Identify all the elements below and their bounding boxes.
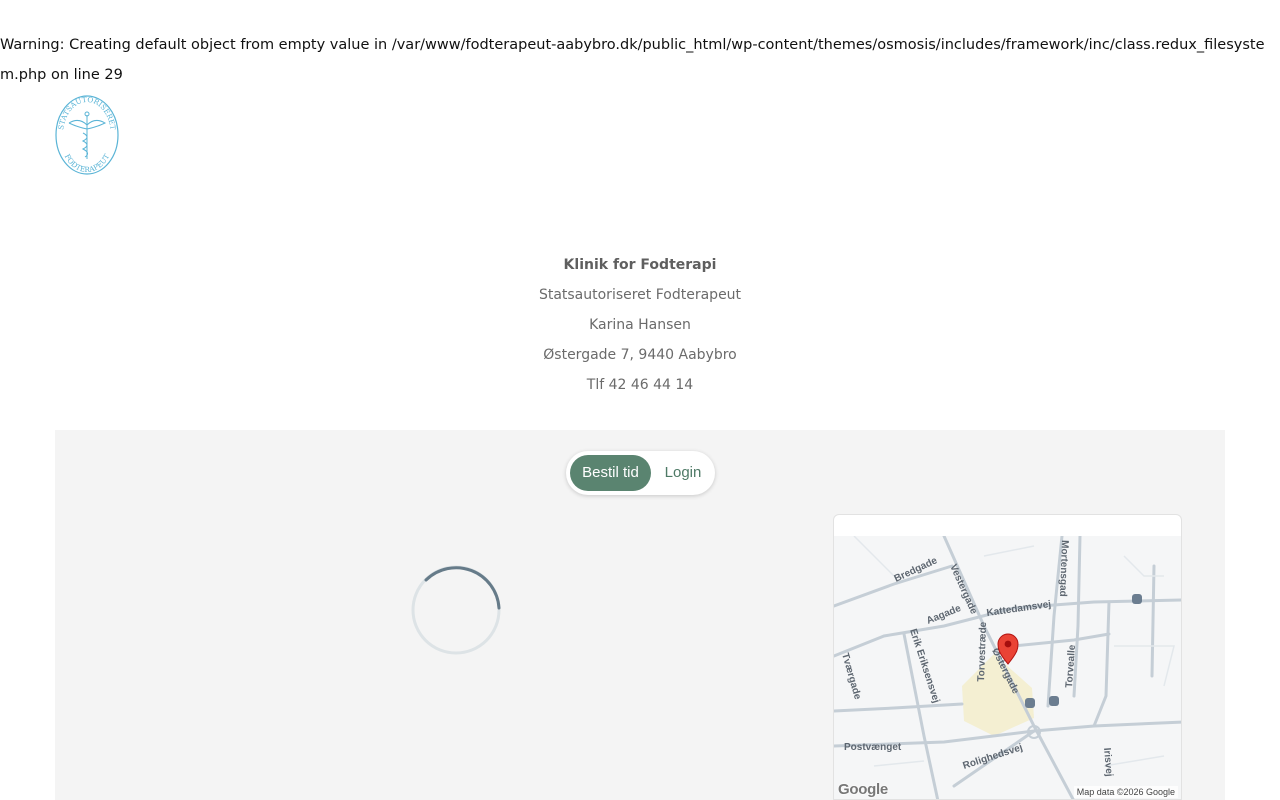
- clinic-person: Karina Hansen: [589, 317, 691, 333]
- logo-emblem: STATSAUTORISERET FODTERAPEUT: [55, 95, 119, 175]
- booking-widget: Bestil tid Login Bredgade Vestergade Mor…: [55, 430, 1225, 800]
- php-warning: Warning: Creating default object from em…: [0, 37, 1265, 83]
- clinic-phone: Tlf 42 46 44 14: [586, 377, 694, 393]
- clinic-subtitle: Statsautoriseret Fodterapeut: [538, 287, 742, 303]
- book-appointment-tab[interactable]: Bestil tid: [570, 455, 651, 491]
- map-canvas[interactable]: Bredgade Vestergade Mortensgad Aagade Ka…: [834, 536, 1182, 800]
- google-logo: Google: [838, 781, 888, 798]
- street-label: Mortensgad: [1057, 540, 1070, 597]
- map-embed[interactable]: Bredgade Vestergade Mortensgad Aagade Ka…: [833, 514, 1182, 800]
- clinic-address-block: Klinik for Fodterapi Statsautoriseret Fo…: [0, 250, 1280, 400]
- clinic-name: Klinik for Fodterapi: [563, 257, 717, 273]
- map-credit[interactable]: Map data ©2026 Google: [1073, 786, 1178, 798]
- logo[interactable]: STATSAUTORISERET FODTERAPEUT: [55, 95, 119, 175]
- loading-spinner-icon: [410, 564, 502, 656]
- booking-toggle: Bestil tid Login: [566, 451, 715, 495]
- login-tab[interactable]: Login: [655, 455, 711, 491]
- clinic-address: Østergade 7, 9440 Aabybro: [543, 347, 737, 363]
- street-label: Torvestræde: [976, 621, 989, 682]
- street-label: Postvænget: [844, 742, 902, 753]
